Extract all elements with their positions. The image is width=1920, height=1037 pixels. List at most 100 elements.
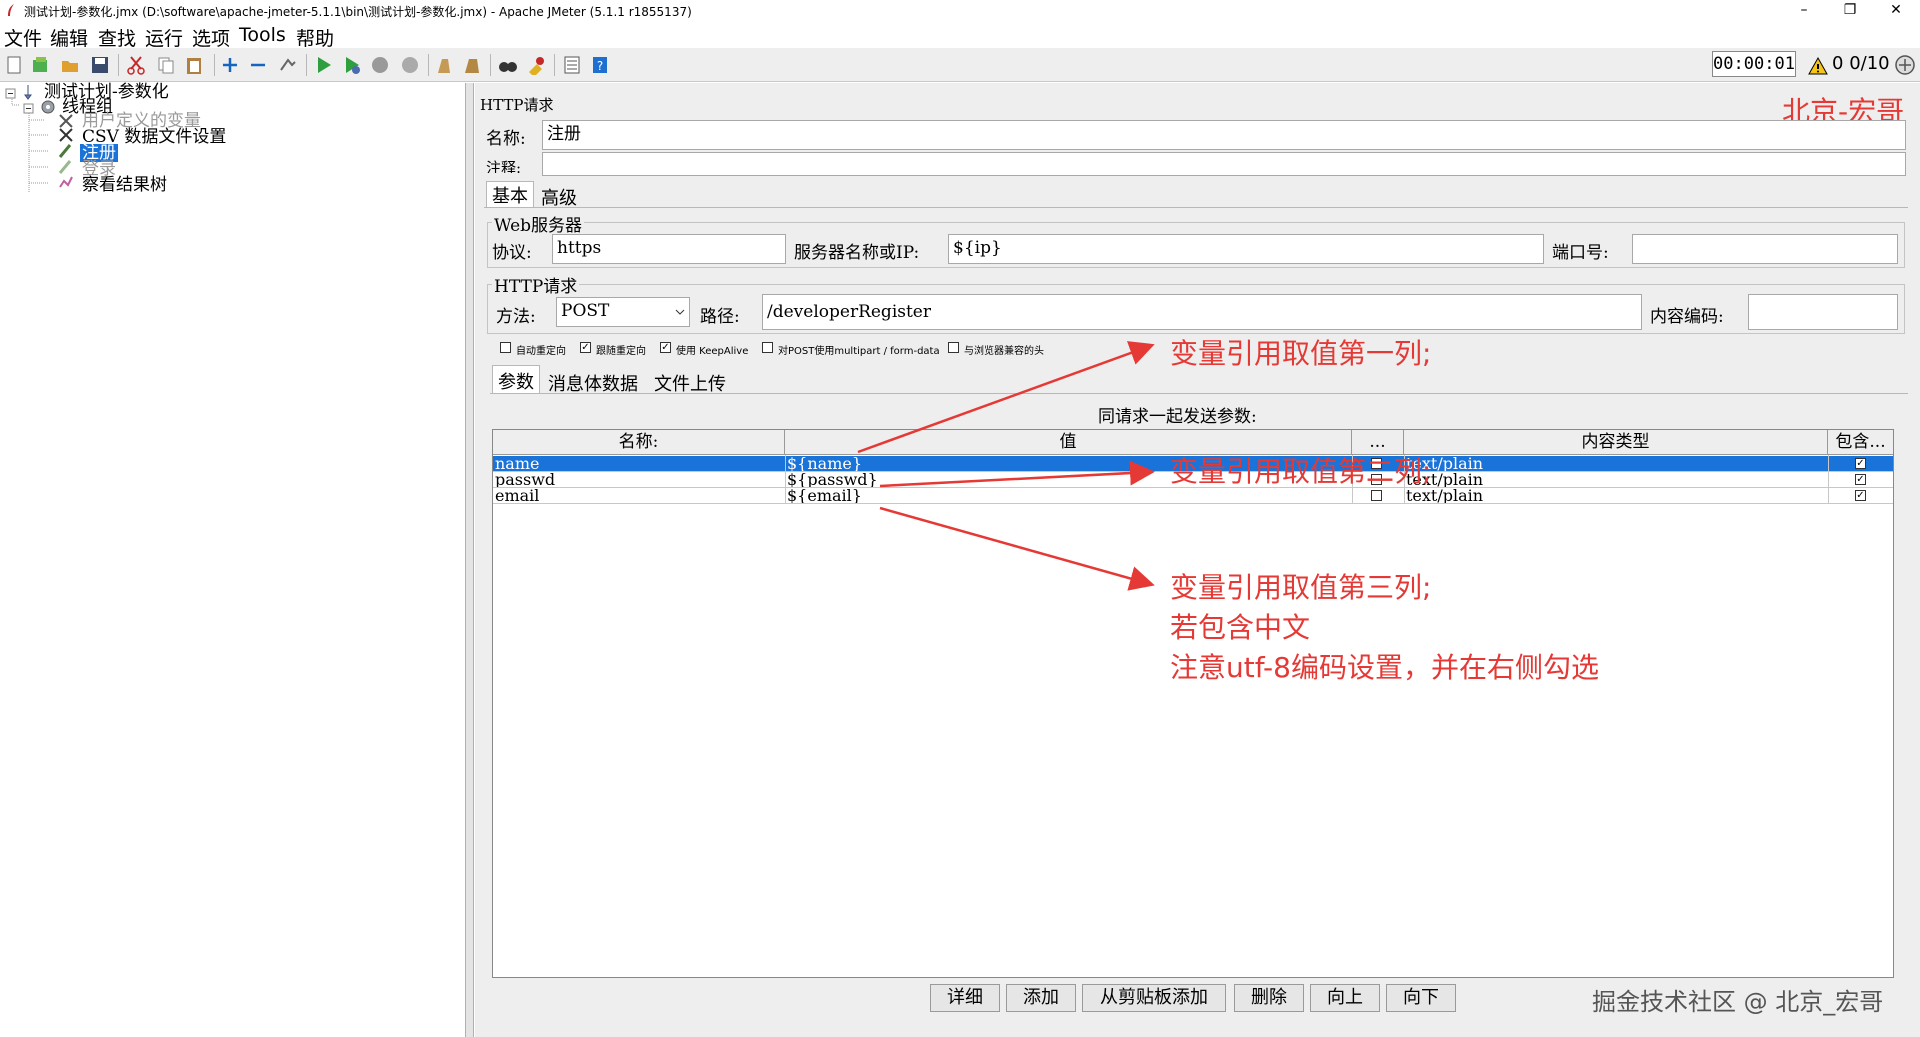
- col-header-include[interactable]: 包含...: [1828, 430, 1893, 455]
- down-button[interactable]: 向下: [1386, 984, 1456, 1012]
- footer-watermark: 掘金技术社区 @ 北京_宏哥: [1592, 988, 1884, 1016]
- start-no-pause-icon[interactable]: [342, 55, 362, 75]
- menu-edit[interactable]: 编辑: [50, 24, 88, 51]
- add-button[interactable]: 添加: [1006, 984, 1076, 1012]
- detail-button[interactable]: 详细: [930, 984, 1000, 1012]
- multipart-label: 对POST使用multipart / form-data: [778, 346, 940, 357]
- port-label: 端口号:: [1552, 243, 1609, 263]
- search-icon[interactable]: [498, 55, 518, 75]
- shutdown-icon[interactable]: [400, 55, 420, 75]
- reset-search-icon[interactable]: [526, 55, 546, 75]
- add-from-clipboard-button[interactable]: 从剪贴板添加: [1082, 984, 1226, 1012]
- protocol-field[interactable]: https: [552, 234, 786, 264]
- minimize-button[interactable]: –: [1786, 0, 1822, 22]
- follow-redirect-label: 跟随重定向: [596, 346, 646, 357]
- path-field[interactable]: /developerRegister: [762, 294, 1642, 330]
- window-title: 测试计划-参数化.jmx (D:\software\apache-jmeter-…: [24, 5, 692, 19]
- comment-field[interactable]: [542, 152, 1906, 176]
- follow-redirect-checkbox[interactable]: ✓: [580, 342, 591, 353]
- jmeter-feather-icon: [8, 4, 14, 16]
- send-with-request-label: 同请求一起发送参数:: [1098, 407, 1257, 427]
- chevron-down-icon: [675, 309, 685, 315]
- menu-search[interactable]: 查找: [98, 24, 136, 51]
- content-type-cell[interactable]: text/plain: [1404, 472, 1828, 488]
- menu-help[interactable]: 帮助: [296, 24, 334, 51]
- server-field[interactable]: ${ip}: [948, 234, 1544, 264]
- thread-count: 0/10: [1849, 53, 1890, 74]
- open-icon[interactable]: [60, 55, 80, 75]
- remote-status-icon[interactable]: [1894, 54, 1916, 76]
- close-button[interactable]: ✕: [1878, 0, 1914, 22]
- copy-icon[interactable]: [156, 55, 176, 75]
- svg-text:?: ?: [597, 59, 603, 73]
- keepalive-checkbox[interactable]: ✓: [660, 342, 671, 353]
- method-select[interactable]: POST: [556, 297, 690, 327]
- encoding-field[interactable]: [1748, 294, 1898, 330]
- method-value: POST: [561, 301, 610, 321]
- path-label: 路径:: [700, 307, 740, 327]
- name-label: 名称:: [486, 129, 526, 149]
- sampler-disabled-icon: [58, 160, 72, 174]
- param-name-cell[interactable]: name: [493, 456, 785, 472]
- test-plan-tree: 测试计划-参数化 线程组 用户定义的变量 CSV 数据文件设置 注册 登录 察看…: [0, 83, 466, 1037]
- include-checkbox[interactable]: ✓: [1855, 474, 1866, 485]
- help-icon[interactable]: ?: [590, 55, 610, 75]
- templates-icon[interactable]: [30, 55, 50, 75]
- comment-label: 注释:: [486, 159, 522, 173]
- tree-node-results[interactable]: 察看结果树: [82, 176, 167, 194]
- protocol-label: 协议:: [492, 243, 532, 263]
- csv-config-icon: [59, 128, 73, 142]
- web-server-legend: Web服务器: [492, 211, 585, 236]
- tab-basic[interactable]: 基本: [488, 182, 532, 208]
- cut-icon[interactable]: [126, 55, 146, 75]
- col-header-content-type[interactable]: 内容类型: [1404, 430, 1828, 455]
- annotation-chinese: 若包含中文: [1170, 611, 1311, 644]
- pane-splitter[interactable]: [466, 83, 474, 1037]
- elapsed-timer: 00:00:01: [1712, 51, 1796, 77]
- encode-checkbox[interactable]: [1371, 490, 1382, 501]
- menu-tools[interactable]: Tools: [239, 24, 286, 46]
- encoding-label: 内容编码:: [1650, 307, 1724, 327]
- menu-file[interactable]: 文件: [4, 24, 42, 51]
- restore-button[interactable]: ❐: [1832, 0, 1868, 22]
- name-field[interactable]: 注册: [542, 120, 1906, 150]
- stop-icon[interactable]: [370, 55, 390, 75]
- toolbar: ? 00:00:01 0 0/10: [0, 48, 1920, 82]
- test-plan-icon: [24, 85, 32, 100]
- expand-icon[interactable]: [220, 55, 240, 75]
- save-icon[interactable]: [90, 55, 110, 75]
- up-button[interactable]: 向上: [1310, 984, 1380, 1012]
- clear-icon[interactable]: [434, 55, 454, 75]
- include-checkbox[interactable]: ✓: [1855, 458, 1866, 469]
- start-icon[interactable]: [314, 55, 334, 75]
- content-type-cell[interactable]: text/plain: [1404, 456, 1828, 472]
- param-name-cell[interactable]: email: [493, 488, 785, 504]
- tab-parameters[interactable]: 参数: [494, 368, 538, 394]
- menu-run[interactable]: 运行: [145, 24, 183, 51]
- param-name-cell[interactable]: passwd: [493, 472, 785, 488]
- menu-options[interactable]: 选项: [192, 24, 230, 51]
- results-tree-icon: [59, 176, 73, 188]
- annotation-col3: 变量引用取值第三列;: [1170, 571, 1432, 604]
- toggle-icon[interactable]: [278, 55, 298, 75]
- redirect-auto-label: 自动重定向: [516, 346, 566, 357]
- warning-icon[interactable]: [1808, 56, 1828, 76]
- port-field[interactable]: [1632, 234, 1898, 264]
- include-checkbox[interactable]: ✓: [1855, 490, 1866, 501]
- multipart-checkbox[interactable]: [762, 342, 773, 353]
- clear-all-icon[interactable]: [462, 55, 482, 75]
- content-type-cell[interactable]: text/plain: [1404, 488, 1828, 504]
- delete-button[interactable]: 删除: [1234, 984, 1304, 1012]
- col-header-name[interactable]: 名称:: [493, 430, 785, 455]
- sampler-icon: [58, 144, 72, 158]
- redirect-auto-checkbox[interactable]: [500, 342, 511, 353]
- new-icon[interactable]: [4, 55, 24, 75]
- paste-icon[interactable]: [184, 55, 204, 75]
- param-value-cell[interactable]: ${email}: [785, 488, 1352, 504]
- browser-headers-checkbox[interactable]: [948, 342, 959, 353]
- collapse-icon[interactable]: [248, 55, 268, 75]
- annotation-col2: 变量引用取值第二列;: [1170, 455, 1432, 488]
- function-helper-icon[interactable]: [562, 55, 582, 75]
- server-label: 服务器名称或IP:: [794, 243, 920, 263]
- annotation-utf8: 注意utf-8编码设置，并在右侧勾选: [1170, 651, 1599, 684]
